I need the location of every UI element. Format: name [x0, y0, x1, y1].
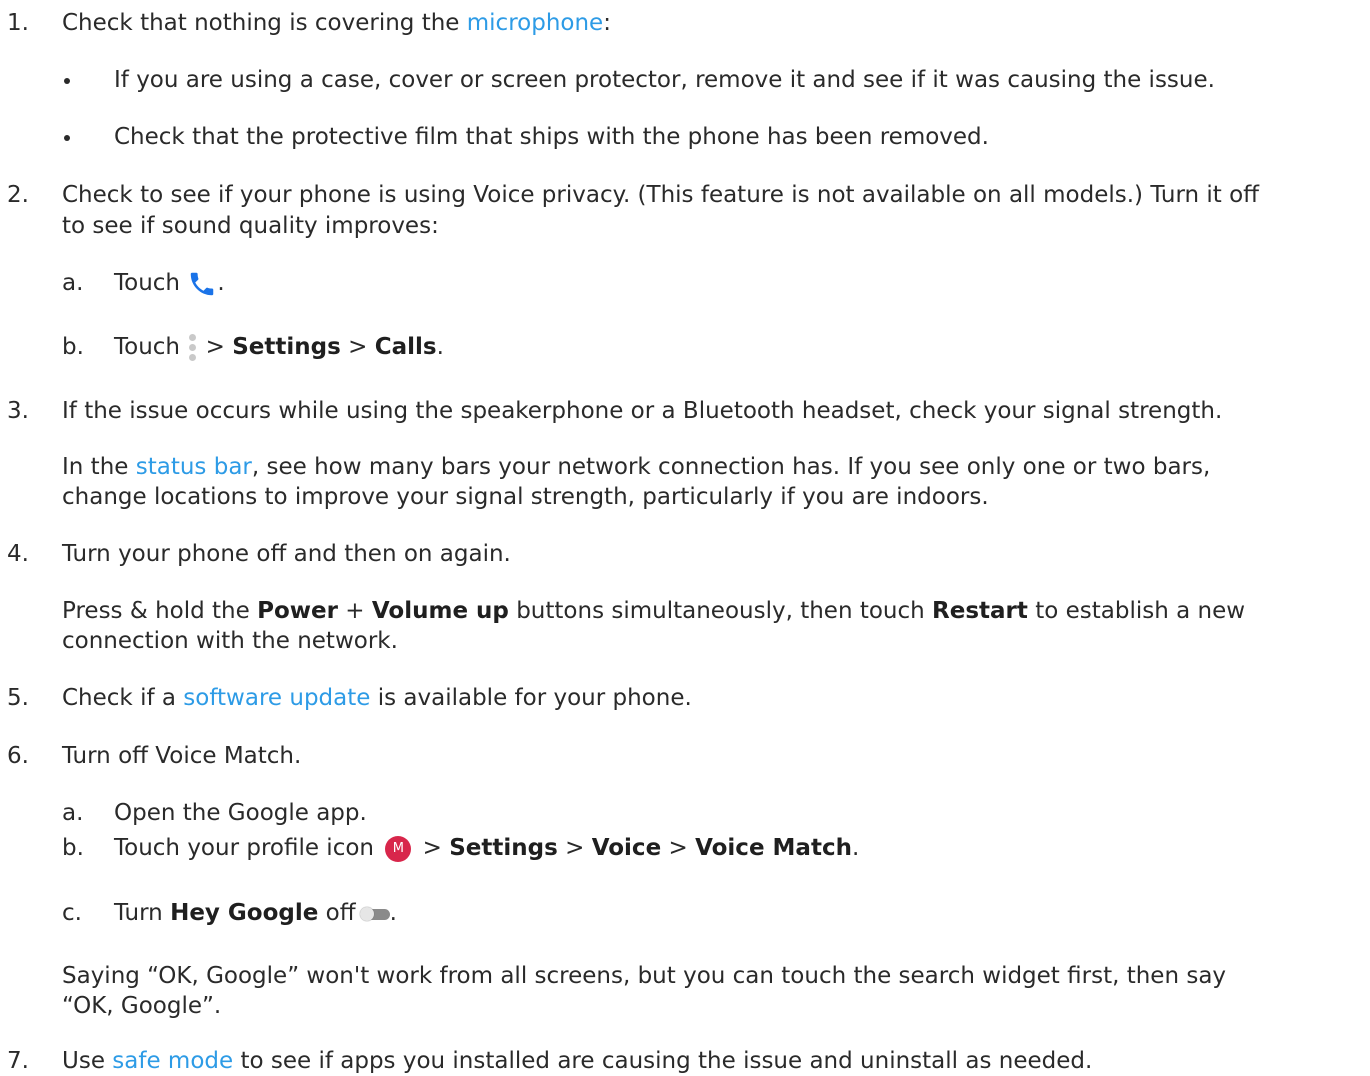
- phone-icon: [191, 272, 214, 295]
- step-text: Turn off Voice Match.: [62, 743, 302, 769]
- substep-label: a.: [62, 270, 84, 296]
- step-text: Use safe mode to see if apps you install…: [62, 1048, 1093, 1074]
- step-number: 5.: [7, 685, 29, 711]
- software-update-link[interactable]: software update: [183, 685, 370, 711]
- step-number: 6.: [7, 743, 29, 769]
- safe-mode-link[interactable]: safe mode: [112, 1048, 233, 1074]
- bullet-text: Check that the protective film that ship…: [114, 124, 989, 150]
- step-number: 1.: [7, 10, 29, 36]
- microphone-link[interactable]: microphone: [467, 10, 603, 36]
- step-text: Check if a software update is available …: [62, 685, 692, 711]
- step-text: If the issue occurs while using the spea…: [62, 398, 1223, 424]
- profile-avatar-icon: M: [385, 835, 412, 862]
- status-bar-link[interactable]: status bar: [136, 454, 252, 480]
- step-number: 2.: [7, 182, 29, 208]
- substep-label: b.: [62, 334, 84, 360]
- bullet-icon: [64, 135, 70, 141]
- step-text-line1: Check to see if your phone is using Voic…: [62, 182, 1260, 208]
- toggle-off-icon: [359, 906, 390, 921]
- bullet-text: If you are using a case, cover or screen…: [114, 67, 1215, 93]
- step-text-line2: to see if sound quality improves:: [62, 213, 439, 239]
- substep-label: c.: [62, 900, 82, 926]
- step-number: 7.: [7, 1048, 29, 1074]
- step-text: Turn your phone off and then on again.: [62, 541, 511, 567]
- step-number: 4.: [7, 541, 29, 567]
- step-number: 3.: [7, 398, 29, 424]
- more-options-icon: [189, 334, 197, 361]
- substep-label: b.: [62, 835, 84, 861]
- step-text: Check that nothing is covering the micro…: [62, 10, 611, 36]
- bullet-icon: [64, 78, 70, 84]
- substep-label: a.: [62, 800, 84, 826]
